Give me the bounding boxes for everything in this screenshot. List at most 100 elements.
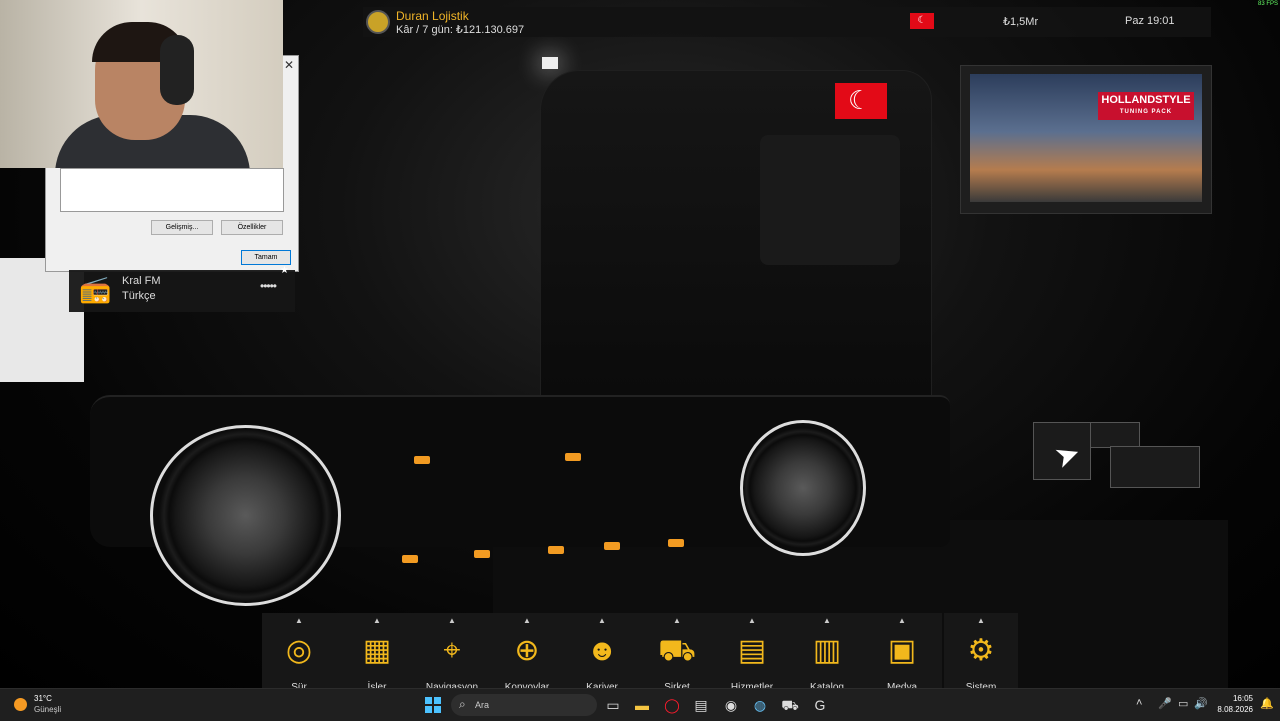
task-view-icon[interactable]: ▭: [603, 695, 623, 715]
ad-brand: HOLLANDSTYLE: [1101, 94, 1191, 106]
caret-up-icon: ▲: [673, 616, 681, 625]
menu-company[interactable]: ▲ ⛟ Şirket: [640, 613, 714, 688]
app-icon[interactable]: G: [810, 695, 830, 715]
menu-services[interactable]: ▲ ▤ Hizmetler: [715, 613, 789, 688]
volume-icon[interactable]: 🔊: [1194, 697, 1208, 710]
front-wheel: [740, 420, 866, 556]
ok-button[interactable]: Tamam: [241, 250, 291, 265]
radio-widget[interactable]: 📻 Kral FM Türkçe ••••• ★: [69, 265, 295, 312]
media-icon: ▣: [887, 634, 917, 667]
truck-company-icon: ⛟: [658, 634, 696, 667]
clock-date[interactable]: 8.08.2026: [1212, 705, 1253, 714]
menu-label: Şirket: [664, 682, 690, 688]
books-icon: ▥: [812, 634, 842, 667]
menu-media[interactable]: ▲ ▣ Medya: [865, 613, 939, 688]
cargo-icon: ▦: [362, 634, 392, 667]
caret-up-icon: ▲: [898, 616, 906, 625]
caret-up-icon: ▲: [373, 616, 381, 625]
start-button[interactable]: [425, 697, 441, 713]
menu-label: Sistem: [965, 682, 997, 688]
store-icon[interactable]: ▤: [691, 695, 711, 715]
menu-label: Hizmetler: [730, 682, 774, 688]
menu-system-item[interactable]: ▲ ⚙ Sistem: [944, 613, 1018, 688]
steering-wheel-icon: ◎: [285, 634, 313, 667]
chevron-up-icon[interactable]: ˄: [1136, 697, 1142, 709]
caret-up-icon: ▲: [295, 616, 303, 625]
menu-label: Konvoylar: [504, 682, 550, 688]
steam-icon[interactable]: ◍: [750, 695, 770, 715]
game-time: Paz 19:01: [1125, 15, 1175, 27]
radio-language: Türkçe: [122, 290, 156, 302]
radio-station: Kral FM: [122, 275, 161, 287]
marker-light: [548, 546, 564, 554]
caret-up-icon: ▲: [598, 616, 606, 625]
file-explorer-icon[interactable]: ▬: [632, 695, 652, 715]
menu-label: İşler: [367, 682, 387, 688]
headset: [160, 35, 194, 105]
marker-light: [604, 542, 620, 550]
search-placeholder: Ara: [475, 700, 490, 710]
fps-counter: 83 FPS: [1257, 1, 1278, 7]
marker-light: [474, 550, 490, 558]
close-icon[interactable]: ✕: [284, 58, 294, 72]
person-icon: ☻: [586, 634, 618, 667]
service-icon: ▤: [737, 634, 767, 667]
more-icon[interactable]: •••••: [260, 279, 277, 293]
marker-light: [668, 539, 684, 547]
game-icon[interactable]: ⛟: [780, 695, 800, 715]
caret-up-icon: ▲: [523, 616, 531, 625]
company-profit: Kâr / 7 gün: ₺121.130.697: [396, 24, 525, 36]
microphone-icon[interactable]: 🎤: [1158, 697, 1172, 710]
menu-label: Kariyer: [586, 682, 618, 688]
menu-convoys[interactable]: ▲ ⊕ Konvoylar: [490, 613, 564, 688]
menu-career[interactable]: ▲ ☻ Kariyer: [565, 613, 639, 688]
menu-catalog[interactable]: ▲ ▥ Katalog: [790, 613, 864, 688]
windows-taskbar: 31°C Güneşli ⌕ Ara ▭ ▬ ◯ ▤ ◉ ◍ ⛟ G ˄ 🎤 ▭…: [0, 688, 1280, 721]
menu-system[interactable]: ▲ ⚙ Sistem: [944, 613, 1018, 688]
clock-time[interactable]: 16:05: [1225, 694, 1253, 703]
top-hud: Duran Lojistik Kâr / 7 gün: ₺121.130.697…: [363, 7, 1211, 37]
opera-icon[interactable]: ◯: [662, 695, 682, 715]
search-icon: ⌕: [459, 697, 466, 711]
taskbar-search[interactable]: ⌕ Ara: [451, 694, 597, 716]
truck-window: [760, 135, 900, 265]
notification-icon[interactable]: 🔔: [1260, 697, 1274, 710]
webcam-overlay: [0, 0, 283, 168]
marker-light: [414, 456, 430, 464]
weather-temp[interactable]: 31°C: [34, 694, 52, 703]
dialog-text-area[interactable]: [60, 168, 284, 212]
weather-sun-icon[interactable]: [14, 698, 27, 711]
marker-light: [402, 555, 418, 563]
obs-icon[interactable]: ◉: [721, 695, 741, 715]
globe-icon: ⊕: [514, 634, 540, 667]
properties-button[interactable]: Özellikler: [221, 220, 283, 235]
gear-icon: ⚙: [967, 634, 995, 667]
menu-navigation[interactable]: ▲ ⌖ Navigasyon: [415, 613, 489, 688]
menu-jobs[interactable]: ▲ ▦ İşler: [340, 613, 414, 688]
map-pin-icon: ⌖: [443, 634, 461, 667]
menu-drive[interactable]: ▲ ◎ Sür: [262, 613, 336, 688]
ad-image: HOLLANDSTYLE TUNING PACK: [970, 74, 1202, 202]
advanced-button[interactable]: Gelişmiş...: [151, 220, 213, 235]
weather-condition[interactable]: Güneşli: [34, 705, 61, 714]
network-icon[interactable]: ▭: [1178, 697, 1188, 710]
marker-light: [565, 453, 581, 461]
caret-up-icon: ▲: [977, 616, 985, 625]
company-logo-icon[interactable]: [366, 10, 390, 34]
ad-logo: HOLLANDSTYLE TUNING PACK: [1098, 92, 1194, 120]
menu-label: Medya: [886, 682, 917, 688]
favorite-star-icon[interactable]: ★: [280, 265, 289, 276]
truck-flag: [835, 83, 887, 119]
flight-case: [1090, 422, 1140, 448]
caret-up-icon: ▲: [748, 616, 756, 625]
caret-up-icon: ▲: [448, 616, 456, 625]
ceiling-light: [542, 57, 558, 69]
company-name[interactable]: Duran Lojistik: [396, 9, 469, 23]
menu-label: Sür: [291, 682, 307, 688]
ad-billboard[interactable]: HOLLANDSTYLE TUNING PACK: [960, 65, 1212, 214]
flight-case: [1110, 446, 1200, 488]
menu-label: Navigasyon: [425, 682, 479, 688]
money-balance: ₺1,5Mr: [1003, 16, 1039, 28]
radio-icon: 📻: [79, 274, 112, 304]
rear-wheel: [150, 425, 341, 606]
